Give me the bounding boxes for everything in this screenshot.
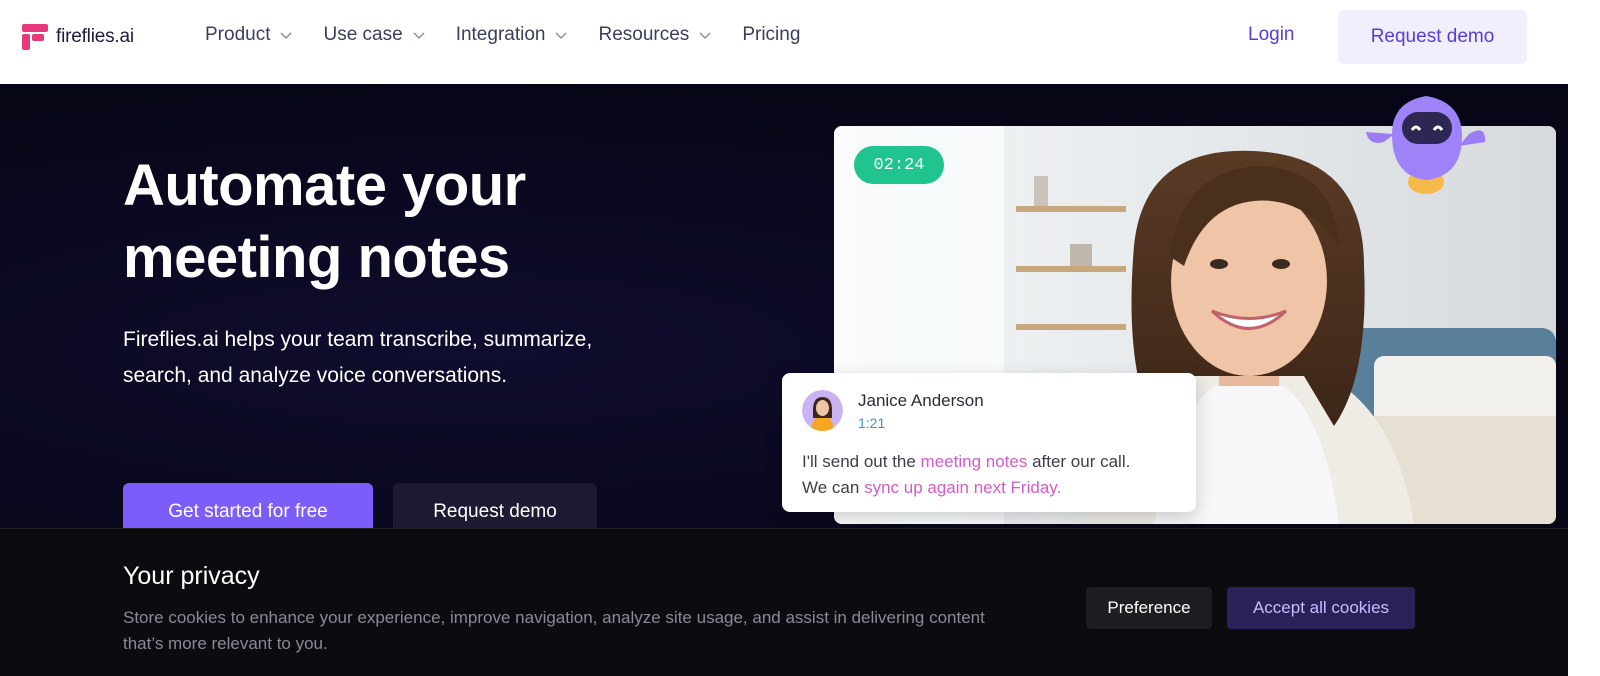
chevron-down-icon (555, 32, 568, 40)
highlight-meeting-notes: meeting notes (920, 452, 1028, 471)
chevron-down-icon (699, 32, 711, 40)
highlight-sync-up: sync up again next Friday. (864, 478, 1062, 497)
menu-item-label: Resources (598, 24, 690, 45)
transcript-text-part: after our call. (1027, 452, 1131, 471)
menu-item-label: Product (205, 24, 271, 45)
chevron-down-icon (413, 32, 425, 40)
chevron-down-icon (280, 32, 293, 40)
cookie-description: Store cookies to enhance your experience… (123, 608, 985, 653)
avatar (802, 390, 843, 431)
scrollbar-track[interactable] (1568, 84, 1600, 676)
menu-item-integration[interactable]: Integration (456, 24, 569, 46)
menu-item-resources[interactable]: Resources (598, 24, 712, 46)
headline-line-2: meeting notes (123, 225, 510, 290)
menu-item-label: Integration (455, 24, 546, 45)
menu-item-label: Pricing (742, 24, 801, 45)
transcript-text-part: We can (802, 478, 865, 497)
top-navigation: fireflies.ai Product Use case Integratio… (0, 0, 1600, 84)
call-timer-badge: 02:24 (854, 146, 944, 184)
menu-item-label: Use case (323, 24, 403, 45)
speaker-name: Janice Anderson (858, 391, 984, 410)
transcript-card: Janice Anderson 1:21 I'll send out the m… (782, 373, 1196, 512)
menu-item-use-case[interactable]: Use case (323, 24, 425, 46)
login-link[interactable]: Login (1248, 24, 1295, 46)
fireflies-logo-icon (22, 24, 48, 50)
transcript-timestamp: 1:21 (858, 415, 886, 431)
hero-headline: Automate your meeting notes (123, 150, 643, 294)
subtext-line-1: Fireflies.ai helps your team transcribe,… (123, 328, 593, 351)
menu-item-pricing[interactable]: Pricing (742, 24, 800, 46)
logo[interactable]: fireflies.ai (22, 24, 134, 50)
preference-button[interactable]: Preference (1086, 587, 1212, 629)
fireflies-bot-mascot-icon (1366, 96, 1486, 194)
subtext-line-2: search, and analyze voice conversations. (123, 364, 508, 387)
cookie-consent-banner: Your privacy Store cookies to enhance yo… (0, 528, 1568, 676)
request-demo-button[interactable]: Request demo (1338, 10, 1527, 64)
transcript-text: I'll send out the meeting notes after ou… (802, 449, 1182, 501)
headline-line-1: Automate your (123, 153, 526, 218)
menu-item-product[interactable]: Product (205, 24, 293, 46)
logo-text: fireflies.ai (56, 26, 134, 47)
transcript-text-part: I'll send out the (802, 452, 921, 471)
hero-subtext: Fireflies.ai helps your team transcribe,… (123, 322, 683, 394)
accept-all-cookies-button[interactable]: Accept all cookies (1227, 587, 1415, 629)
cookie-title: Your privacy (123, 562, 260, 590)
main-menu: Product Use case Integration Resources P… (205, 24, 830, 46)
